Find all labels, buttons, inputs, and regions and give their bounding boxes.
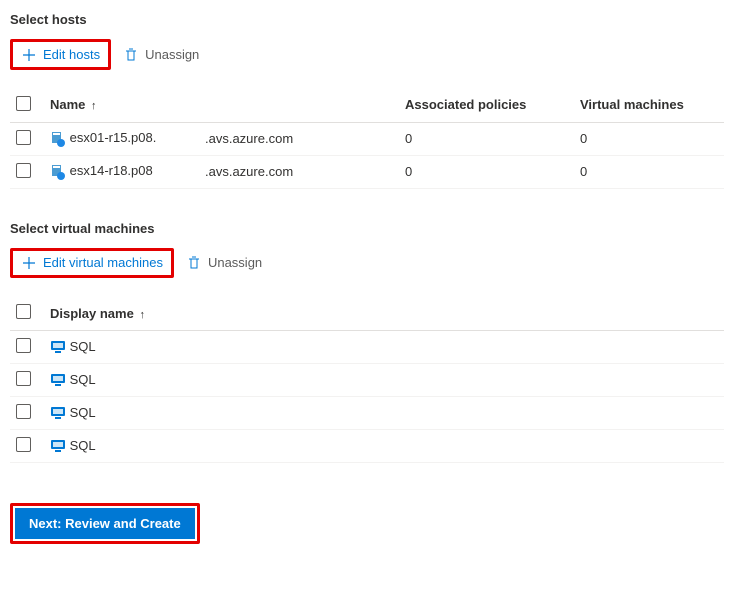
vm-icon — [50, 438, 70, 453]
row-checkbox[interactable] — [16, 404, 31, 419]
edit-vms-label: Edit virtual machines — [43, 255, 163, 270]
host-domain: .avs.azure.com — [199, 155, 399, 188]
vm-display-name: SQL — [70, 372, 96, 387]
vms-col-display-name[interactable]: Display name — [50, 306, 134, 321]
vms-section: Select virtual machines Edit virtual mac… — [10, 221, 724, 464]
table-row[interactable]: SQL — [10, 331, 724, 364]
unassign-vms-label: Unassign — [208, 255, 262, 270]
table-row[interactable]: SQL — [10, 364, 724, 397]
vm-icon — [50, 372, 70, 387]
host-associated: 0 — [399, 122, 574, 155]
edit-hosts-button[interactable]: Edit hosts — [10, 39, 111, 70]
server-icon — [50, 163, 70, 178]
server-icon — [50, 130, 70, 145]
vm-icon — [50, 339, 70, 354]
sort-ascending-icon: ↑ — [139, 309, 145, 321]
edit-vms-button[interactable]: Edit virtual machines — [10, 248, 174, 279]
trash-icon — [123, 46, 139, 63]
row-checkbox[interactable] — [16, 371, 31, 386]
table-row[interactable]: SQL — [10, 397, 724, 430]
host-domain: .avs.azure.com — [199, 122, 399, 155]
sort-ascending-icon: ↑ — [91, 100, 97, 112]
table-row[interactable]: esx14-r18.p08 .avs.azure.com 0 0 — [10, 155, 724, 188]
unassign-hosts-button[interactable]: Unassign — [115, 42, 207, 67]
select-all-vms-checkbox[interactable] — [16, 304, 31, 319]
hosts-section: Select hosts Edit hosts Unassign Name ↑ — [10, 12, 724, 189]
vm-display-name: SQL — [70, 339, 96, 354]
host-name: esx14-r18.p08 — [70, 163, 153, 178]
hosts-section-title: Select hosts — [10, 12, 724, 27]
footer: Next: Review and Create — [10, 503, 724, 544]
next-review-create-button[interactable]: Next: Review and Create — [15, 508, 195, 539]
host-vms: 0 — [574, 155, 724, 188]
vms-table: Display name ↑ SQL — [10, 296, 724, 463]
unassign-vms-button[interactable]: Unassign — [178, 251, 270, 276]
row-checkbox[interactable] — [16, 338, 31, 353]
row-checkbox[interactable] — [16, 130, 31, 145]
host-name: esx01-r15.p08. — [70, 130, 157, 145]
plus-icon — [21, 46, 37, 63]
vm-display-name: SQL — [70, 405, 96, 420]
trash-icon — [186, 255, 202, 272]
row-checkbox[interactable] — [16, 163, 31, 178]
vms-toolbar: Edit virtual machines Unassign — [10, 248, 724, 279]
hosts-toolbar: Edit hosts Unassign — [10, 39, 724, 70]
plus-icon — [21, 255, 37, 272]
vm-display-name: SQL — [70, 438, 96, 453]
row-checkbox[interactable] — [16, 437, 31, 452]
select-all-hosts-checkbox[interactable] — [16, 96, 31, 111]
unassign-hosts-label: Unassign — [145, 47, 199, 62]
hosts-col-vms[interactable]: Virtual machines — [574, 88, 724, 123]
edit-hosts-label: Edit hosts — [43, 47, 100, 62]
table-row[interactable]: esx01-r15.p08. .avs.azure.com 0 0 — [10, 122, 724, 155]
table-row[interactable]: SQL — [10, 430, 724, 463]
host-associated: 0 — [399, 155, 574, 188]
host-vms: 0 — [574, 122, 724, 155]
vms-section-title: Select virtual machines — [10, 221, 724, 236]
hosts-col-associated[interactable]: Associated policies — [399, 88, 574, 123]
vm-icon — [50, 405, 70, 420]
hosts-col-name[interactable]: Name — [50, 97, 85, 112]
hosts-table: Name ↑ Associated policies Virtual machi… — [10, 88, 724, 189]
